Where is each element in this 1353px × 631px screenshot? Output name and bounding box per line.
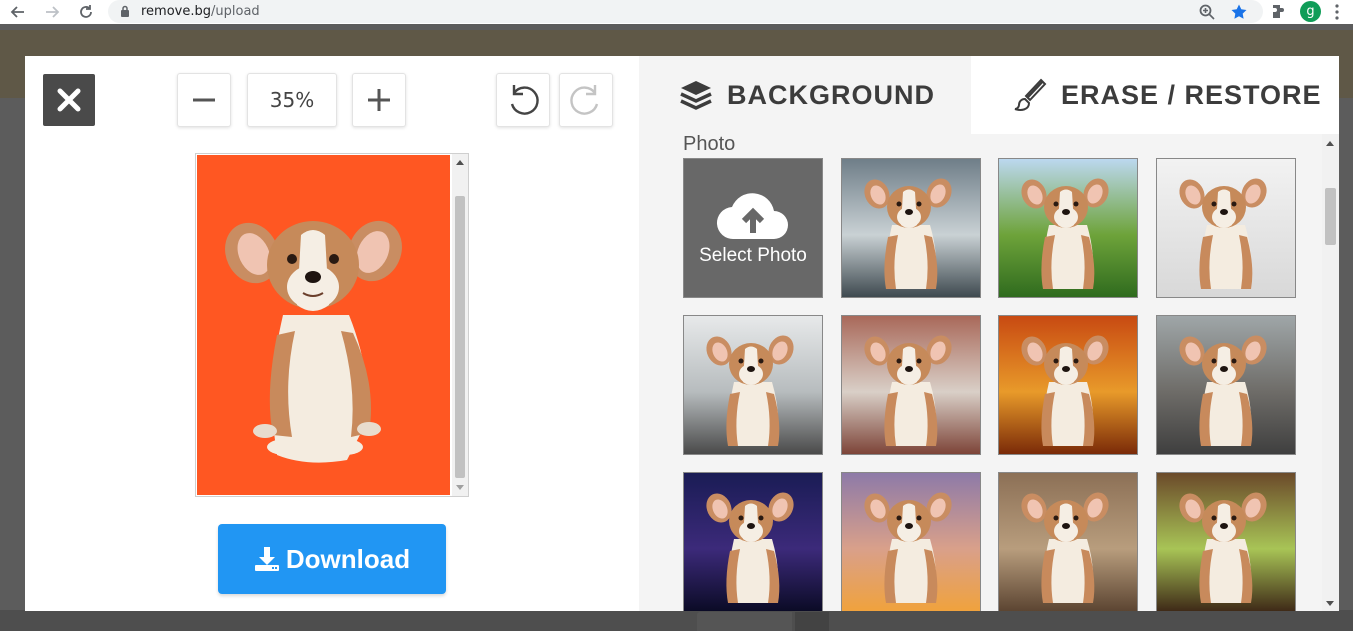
preview-scroll-thumb[interactable] bbox=[455, 196, 465, 478]
options-scroll-up[interactable] bbox=[1326, 141, 1334, 146]
page-footer-dimmed bbox=[0, 610, 1353, 631]
editor-modal: 35% Download BACKGROUND ERASE / RESTORE … bbox=[25, 56, 1339, 611]
undo-icon bbox=[510, 85, 539, 115]
bookmark-star-icon[interactable] bbox=[1230, 3, 1248, 21]
background-thumbnail[interactable] bbox=[841, 472, 981, 611]
zoom-in-button[interactable] bbox=[352, 73, 406, 127]
zoom-out-button[interactable] bbox=[177, 73, 231, 127]
image-preview bbox=[195, 153, 469, 497]
brush-icon bbox=[1014, 78, 1047, 111]
background-thumbnail[interactable] bbox=[683, 315, 823, 455]
cloud-upload-icon bbox=[716, 193, 788, 240]
section-label-photo: Photo bbox=[683, 133, 736, 155]
browser-toolbar: remove.bg/upload g bbox=[0, 0, 1353, 24]
preview-scrollbar[interactable] bbox=[452, 154, 468, 496]
corgi-thumbnail-icon bbox=[1021, 178, 1109, 289]
corgi-thumbnail-icon bbox=[706, 492, 794, 603]
background-thumbnail[interactable] bbox=[841, 158, 981, 298]
more-menu-icon[interactable] bbox=[1334, 4, 1340, 20]
download-button[interactable]: Download bbox=[218, 524, 446, 594]
download-icon bbox=[254, 547, 279, 571]
back-icon[interactable] bbox=[8, 2, 28, 22]
background-thumbnail[interactable] bbox=[1156, 158, 1296, 298]
corgi-thumbnail-icon bbox=[864, 492, 952, 603]
corgi-thumbnail-icon bbox=[1021, 335, 1109, 446]
background-thumbnail[interactable] bbox=[998, 472, 1138, 611]
corgi-thumbnail-icon bbox=[1179, 335, 1267, 446]
corgi-thumbnail-icon bbox=[864, 178, 952, 289]
tab-label: BACKGROUND bbox=[727, 79, 935, 110]
plus-icon bbox=[368, 89, 390, 111]
tab-label: ERASE / RESTORE bbox=[1061, 79, 1322, 110]
zoom-level: 35% bbox=[247, 73, 337, 127]
lock-icon bbox=[121, 5, 129, 17]
options-scrollbar[interactable] bbox=[1322, 134, 1339, 611]
background-thumbnail[interactable] bbox=[1156, 472, 1296, 611]
select-photo-button[interactable]: Select Photo bbox=[683, 158, 823, 298]
layers-icon bbox=[680, 81, 712, 110]
preview-image-canvas bbox=[197, 155, 450, 495]
editor-preview-pane: 35% Download bbox=[25, 56, 639, 611]
url-text: remove.bg/upload bbox=[141, 4, 260, 19]
select-photo-label: Select Photo bbox=[699, 245, 807, 266]
profile-avatar[interactable]: g bbox=[1300, 1, 1321, 22]
corgi-thumbnail-icon bbox=[1179, 492, 1267, 603]
dimmed-edit-caret bbox=[795, 612, 829, 631]
tab-erase-restore[interactable]: ERASE / RESTORE bbox=[971, 56, 1339, 134]
corgi-thumbnail-icon bbox=[1021, 492, 1109, 603]
minus-icon bbox=[193, 98, 215, 102]
undo-button[interactable] bbox=[496, 73, 550, 127]
close-icon bbox=[57, 88, 81, 112]
options-scroll-down[interactable] bbox=[1326, 601, 1334, 606]
tab-background[interactable]: BACKGROUND bbox=[679, 56, 935, 134]
scroll-up-arrow[interactable] bbox=[456, 160, 464, 165]
zoom-icon[interactable] bbox=[1198, 3, 1216, 21]
reload-icon[interactable] bbox=[76, 2, 96, 22]
background-thumbnail[interactable] bbox=[683, 472, 823, 611]
extensions-icon[interactable] bbox=[1270, 3, 1288, 21]
corgi-thumbnail-icon bbox=[706, 335, 794, 446]
scroll-down-arrow[interactable] bbox=[456, 485, 464, 490]
options-scroll-thumb[interactable] bbox=[1325, 188, 1336, 245]
corgi-thumbnail-icon bbox=[1179, 178, 1267, 289]
redo-button[interactable] bbox=[559, 73, 613, 127]
download-label: Download bbox=[285, 543, 411, 574]
forward-icon[interactable] bbox=[42, 2, 62, 22]
dimmed-edit-button bbox=[697, 612, 792, 631]
redo-icon bbox=[570, 85, 599, 115]
background-thumbnail[interactable] bbox=[841, 315, 981, 455]
background-thumbnail[interactable] bbox=[998, 158, 1138, 298]
background-thumbnail[interactable] bbox=[1156, 315, 1296, 455]
address-bar[interactable]: remove.bg/upload bbox=[108, 0, 1263, 23]
options-pane: BACKGROUND ERASE / RESTORE Photo Select … bbox=[639, 56, 1339, 611]
close-button[interactable] bbox=[43, 74, 95, 126]
background-thumbnail[interactable] bbox=[998, 315, 1138, 455]
corgi-dog-image bbox=[225, 220, 402, 463]
corgi-thumbnail-icon bbox=[864, 335, 952, 446]
